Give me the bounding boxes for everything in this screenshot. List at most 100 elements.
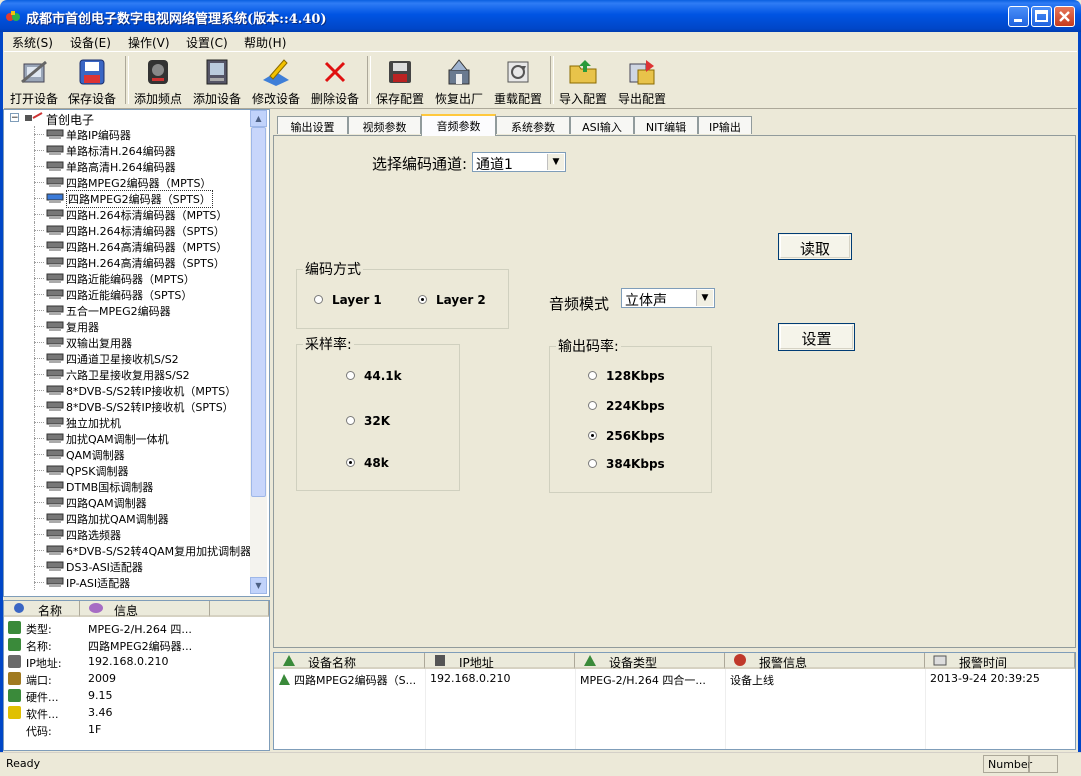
info-header-name[interactable]: 名称: [4, 601, 80, 618]
window-title: 成都市首创电子数字电视网络管理系统(版本::4.40): [26, 12, 327, 27]
toolbar: 打开设备 保存设备 添加频点 添加设备 修改设备 删除设备 保存配置 恢复出厂 …: [4, 51, 1077, 109]
info-row-icon: [8, 621, 21, 634]
device-icon: [46, 129, 64, 139]
device-icon: [46, 433, 64, 443]
scroll-down-arrow-icon[interactable]: ▼: [250, 577, 267, 594]
info-header-icon: [89, 603, 103, 613]
status-bar: Ready Number: [0, 752, 1081, 776]
tree-item-label: 复用器: [66, 321, 99, 334]
reload-config-button[interactable]: 重载配置: [488, 54, 548, 106]
save-device-button[interactable]: 保存设备: [62, 54, 122, 106]
tree-item-label: QAM调制器: [66, 449, 125, 462]
ip-icon: [435, 655, 445, 666]
tab-6[interactable]: IP输出: [698, 116, 752, 134]
audio-mode-select[interactable]: 立体声 ▼: [621, 288, 715, 309]
set-button[interactable]: 设置: [778, 323, 855, 351]
info-row: 名称: 四路MPEG2编码器...: [4, 636, 269, 653]
menu-device[interactable]: 设备(E): [70, 34, 111, 51]
title-bar[interactable]: 成都市首创电子数字电视网络管理系统(版本::4.40): [0, 0, 1081, 32]
save-config-icon: [389, 61, 411, 83]
tab-4[interactable]: ASI输入: [570, 116, 634, 134]
info-row-icon: [8, 689, 21, 702]
tree-scrollbar[interactable]: ▲ ▼: [250, 110, 267, 594]
info-row: 代码: 1F: [4, 721, 269, 738]
info-header-value[interactable]: 信息: [80, 601, 210, 618]
reload-config-icon: [507, 61, 529, 83]
delete-device-button[interactable]: 删除设备: [305, 54, 365, 106]
import-config-button[interactable]: 导入配置: [553, 54, 613, 106]
open-device-button[interactable]: 打开设备: [4, 54, 64, 106]
tree-item-label: 独立加扰机: [66, 417, 121, 430]
alarm-header-ip[interactable]: IP地址: [425, 653, 575, 670]
tree-item-label: 四通道卫星接收机S/S2: [66, 353, 179, 366]
device-icon: [46, 161, 64, 171]
alarm-header-info[interactable]: 报警信息: [725, 653, 925, 670]
alarm-list[interactable]: 设备名称 IP地址 设备类型 报警信息 报警时间 四路MPEG2编码器（S...…: [273, 652, 1076, 750]
tree-item-label: 单路标清H.264编码器: [66, 145, 176, 158]
info-row-icon: [8, 655, 21, 668]
export-config-icon: [629, 60, 655, 85]
alarm-header-name[interactable]: 设备名称: [274, 653, 425, 670]
device-icon: [46, 513, 64, 523]
add-device-button[interactable]: 添加设备: [187, 54, 247, 106]
close-icon: [1059, 11, 1070, 22]
tree-item-label: 四路加扰QAM调制器: [66, 513, 169, 526]
device-info-panel: 名称 信息 类型: MPEG-2/H.264 四... 名称: 四路MPEG2编码器.…: [3, 600, 270, 751]
factory-reset-icon: [448, 59, 470, 85]
device-icon: [46, 385, 64, 395]
tree-item-label: IP-ASI适配器: [66, 577, 131, 590]
alarm-header-type[interactable]: 设备类型: [575, 653, 725, 670]
factory-reset-button[interactable]: 恢复出厂: [429, 54, 489, 106]
channel-label: 选择编码通道:: [372, 155, 468, 173]
device-icon: [46, 497, 64, 507]
save-device-icon: [79, 59, 105, 85]
radio-dot: [346, 458, 355, 467]
collapse-icon[interactable]: −: [10, 113, 19, 123]
device-icon: [46, 193, 64, 203]
edit-device-icon: [263, 59, 289, 86]
tab-3[interactable]: 系统参数: [496, 116, 570, 134]
menu-settings[interactable]: 设置(C): [186, 34, 228, 51]
tab-2[interactable]: 音频参数: [421, 114, 496, 136]
alarm-header-time[interactable]: 报警时间: [925, 653, 1075, 670]
device-icon: [46, 321, 64, 331]
tree-item-label: 单路高清H.264编码器: [66, 161, 176, 174]
save-config-button[interactable]: 保存配置: [370, 54, 430, 106]
tab-1[interactable]: 视频参数: [348, 116, 421, 134]
device-tree[interactable]: − 首创电子 单路IP编码器 单路标清H.264编码器 单路高清H.264编码器 四路MP…: [3, 109, 270, 597]
export-config-button[interactable]: 导出配置: [612, 54, 672, 106]
menu-help[interactable]: 帮助(H): [244, 34, 286, 51]
tab-5[interactable]: NIT编辑: [634, 116, 698, 134]
radio-dot: [314, 295, 323, 304]
audio-mode-label: 音频模式: [549, 295, 610, 313]
menu-bar: 系统(S) 设备(E) 操作(V) 设置(C) 帮助(H): [4, 32, 1077, 50]
device-icon: [46, 401, 64, 411]
radio-dot: [588, 371, 597, 380]
menu-system[interactable]: 系统(S): [12, 34, 53, 51]
maximize-button[interactable]: [1031, 6, 1052, 27]
tree-item-label: 8*DVB-S/S2转IP接收机（MPTS）: [66, 385, 237, 398]
alarm-icon: [734, 654, 746, 666]
scroll-up-arrow-icon[interactable]: ▲: [250, 110, 267, 127]
channel-select[interactable]: 通道1 ▼: [472, 152, 566, 173]
close-button[interactable]: [1054, 6, 1075, 27]
device-icon: [46, 273, 64, 283]
scroll-thumb[interactable]: [251, 127, 266, 497]
menu-operation[interactable]: 操作(V): [128, 34, 170, 51]
radio-dot: [588, 401, 597, 410]
tab-0[interactable]: 输出设置: [277, 116, 348, 134]
edit-device-button[interactable]: 修改设备: [246, 54, 306, 106]
tree-item-label: 双输出复用器: [66, 337, 132, 350]
read-button[interactable]: 读取: [778, 233, 852, 260]
tree-item-label: DTMB国标调制器: [66, 481, 154, 494]
device-icon: [283, 655, 295, 666]
chevron-down-icon: ▼: [696, 290, 713, 306]
info-row: 软件... 3.46: [4, 704, 269, 721]
radio-dot: [346, 371, 355, 380]
radio-dot: [346, 416, 355, 425]
minimize-button[interactable]: [1008, 6, 1029, 27]
add-frequency-button[interactable]: 添加频点: [128, 54, 188, 106]
status-text: Ready: [6, 757, 41, 770]
add-device-icon: [206, 59, 228, 85]
device-icon: [46, 481, 64, 491]
